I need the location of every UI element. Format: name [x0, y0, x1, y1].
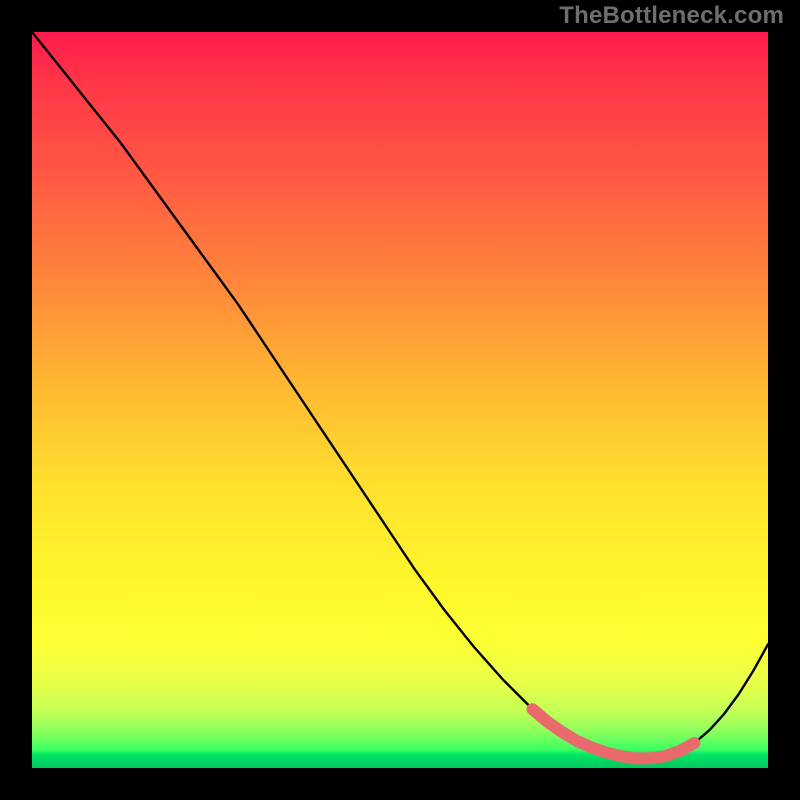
- chart-svg: [32, 32, 768, 768]
- watermark-text: TheBottleneck.com: [559, 2, 784, 30]
- bottleneck-curve: [32, 32, 768, 758]
- plot-area: [32, 32, 768, 768]
- chart-container: TheBottleneck.com: [0, 0, 800, 800]
- optimal-range-highlight: [532, 709, 694, 758]
